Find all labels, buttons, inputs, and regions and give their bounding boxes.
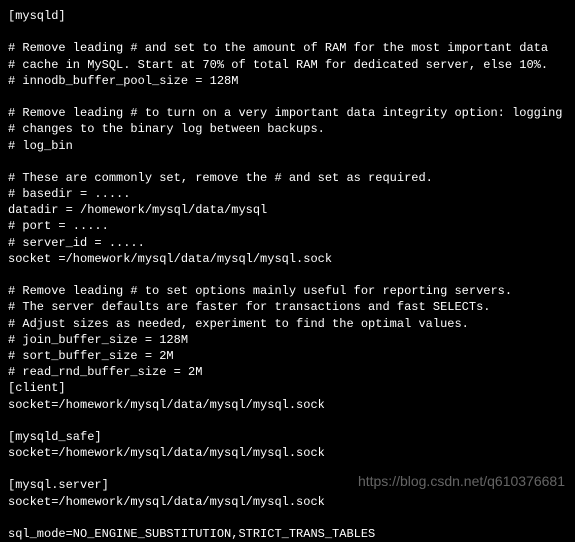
config-line <box>8 24 567 40</box>
config-line <box>8 413 567 429</box>
config-line: # changes to the binary log between back… <box>8 121 567 137</box>
config-line: # port = ..... <box>8 218 567 234</box>
config-line: [mysql.server] <box>8 477 567 493</box>
config-line: # Remove leading # to turn on a very imp… <box>8 105 567 121</box>
config-line: sql_mode=NO_ENGINE_SUBSTITUTION,STRICT_T… <box>8 526 567 542</box>
config-line: # Remove leading # to set options mainly… <box>8 283 567 299</box>
config-line: datadir = /homework/mysql/data/mysql <box>8 202 567 218</box>
config-line: # cache in MySQL. Start at 70% of total … <box>8 57 567 73</box>
config-line: # innodb_buffer_pool_size = 128M <box>8 73 567 89</box>
config-line <box>8 267 567 283</box>
config-line: # Adjust sizes as needed, experiment to … <box>8 316 567 332</box>
config-line <box>8 461 567 477</box>
config-line: # These are commonly set, remove the # a… <box>8 170 567 186</box>
config-line <box>8 154 567 170</box>
config-line: socket=/homework/mysql/data/mysql/mysql.… <box>8 445 567 461</box>
config-line: socket=/homework/mysql/data/mysql/mysql.… <box>8 397 567 413</box>
config-line: # log_bin <box>8 138 567 154</box>
config-line: # sort_buffer_size = 2M <box>8 348 567 364</box>
config-line: # The server defaults are faster for tra… <box>8 299 567 315</box>
config-line: socket =/homework/mysql/data/mysql/mysql… <box>8 251 567 267</box>
config-line: # basedir = ..... <box>8 186 567 202</box>
config-line: # server_id = ..... <box>8 235 567 251</box>
config-line: socket=/homework/mysql/data/mysql/mysql.… <box>8 494 567 510</box>
config-line: # read_rnd_buffer_size = 2M <box>8 364 567 380</box>
terminal-content: [mysqld] # Remove leading # and set to t… <box>8 8 567 542</box>
config-line: # Remove leading # and set to the amount… <box>8 40 567 56</box>
config-line: [mysqld] <box>8 8 567 24</box>
config-line: # join_buffer_size = 128M <box>8 332 567 348</box>
config-line <box>8 510 567 526</box>
config-line <box>8 89 567 105</box>
config-line: [mysqld_safe] <box>8 429 567 445</box>
config-line: [client] <box>8 380 567 396</box>
